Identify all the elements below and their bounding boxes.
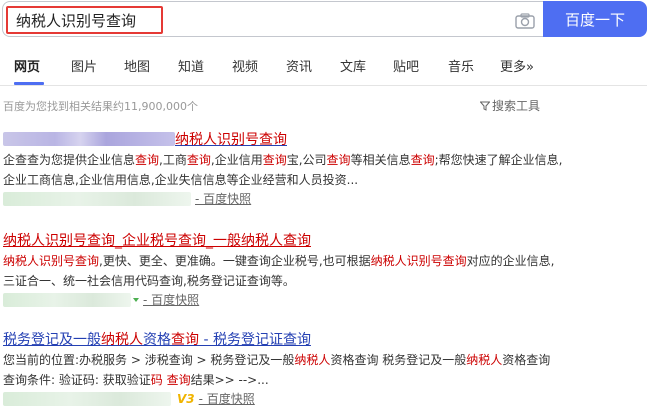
active-tab-indicator (14, 82, 44, 85)
search-button[interactable]: 百度一下 (543, 1, 647, 37)
abstract-text: ,工商 (159, 153, 187, 167)
abstract-highlight: 查询 (410, 153, 435, 167)
search-result: 税务登记及一般纳税人资格查询 - 税务登记证查询 您当前的位置:办税服务 > 涉… (3, 330, 563, 408)
filter-icon (480, 101, 490, 111)
result-title[interactable]: 纳税人识别号查询_企业税号查询_一般纳税人查询 (3, 231, 563, 251)
abstract-highlight: 查询 (166, 373, 191, 387)
abstract-highlight: 码 (150, 373, 163, 387)
redacted-url (3, 293, 131, 307)
title-text: - 税务登记证查询 (199, 332, 311, 348)
search-bar: 纳税人识别号查询 百度一下 (0, 0, 647, 40)
search-result: 纳税人识别号查询_企业税号查询_一般纳税人查询 纳税人识别号查询,更快、更全、更… (3, 231, 563, 309)
redacted-url (3, 392, 171, 406)
tab-wenku[interactable]: 文库 (340, 56, 366, 75)
abstract-highlight: 查询 (135, 153, 160, 167)
result-title[interactable]: 税务登记及一般纳税人资格查询 - 税务登记证查询 (3, 330, 563, 350)
tab-music[interactable]: 音乐 (448, 56, 474, 75)
tab-tieba[interactable]: 贴吧 (393, 56, 419, 75)
abstract-text: 企查查为您提供企业信息 (3, 153, 136, 167)
redacted-url (3, 192, 191, 206)
title-highlight: 纳税人 (101, 332, 143, 348)
tab-map[interactable]: 地图 (124, 56, 150, 75)
tab-news[interactable]: 资讯 (286, 56, 312, 75)
search-tools-label: 搜索工具 (492, 99, 541, 113)
title-text: 资格 (143, 332, 171, 348)
result-abstract: 您当前的位置:办税服务 > 涉税查询 > 税务登记及一般纳税人资格查询 税务登记… (3, 350, 563, 390)
result-source: - 百度快照 (3, 190, 563, 208)
redacted-title (3, 132, 175, 146)
abstract-highlight: 纳税人识别号查询 (3, 254, 100, 268)
abstract-highlight: 纳税人 (294, 353, 331, 367)
tab-web[interactable]: 网页 (14, 56, 40, 75)
title-text: 税务登记及一般 (3, 332, 101, 348)
tab-more[interactable]: 更多» (500, 56, 534, 75)
abstract-text: 等相关信息 (350, 153, 411, 167)
verified-badge-icon[interactable]: V3 (177, 390, 195, 408)
tab-video[interactable]: 视频 (232, 56, 258, 75)
dropdown-arrow-icon[interactable] (133, 298, 139, 302)
result-title-text[interactable]: 纳税人识别号查询 (175, 132, 287, 148)
search-result: 纳税人识别号查询 企查查为您提供企业信息查询,工商查询,企业信用查询宝,公司查询… (3, 130, 563, 208)
result-abstract: 企查查为您提供企业信息查询,工商查询,企业信用查询宝,公司查询等相关信息查询;帮… (3, 150, 563, 190)
abstract-text: 宝,公司 (286, 153, 327, 167)
abstract-text: 结果>> -->... (190, 373, 269, 387)
abstract-text: 您当前的位置:办税服务 > 涉税查询 > 税务登记及一般 (3, 353, 295, 367)
abstract-highlight: 查询 (326, 153, 351, 167)
result-title[interactable]: 纳税人识别号查询 (3, 130, 563, 150)
snapshot-link[interactable]: - 百度快照 (199, 390, 255, 408)
camera-icon[interactable] (515, 13, 535, 29)
tab-images[interactable]: 图片 (71, 56, 97, 75)
tab-zhidao[interactable]: 知道 (178, 56, 204, 75)
abstract-highlight: 查询 (186, 153, 211, 167)
abstract-text: 资格查询 税务登记及一般 (330, 353, 467, 367)
result-source: V3 - 百度快照 (3, 390, 563, 408)
search-tabs: 网页 图片 地图 知道 视频 资讯 文库 贴吧 音乐 更多» (0, 52, 647, 86)
title-highlight: 查询 (171, 332, 199, 348)
query-highlight-box (6, 6, 163, 34)
result-abstract: 纳税人识别号查询,更快、更全、更准确。一键查询企业税号,也可根据纳税人识别号查询… (3, 251, 563, 291)
abstract-text: ,更快、更全、更准确。一键查询企业税号,也可根据 (99, 254, 371, 268)
snapshot-link[interactable]: - 百度快照 (143, 291, 199, 309)
abstract-highlight: 查询 (262, 153, 287, 167)
abstract-highlight: 纳税人识别号查询 (370, 254, 467, 268)
abstract-text: ,企业信用 (210, 153, 263, 167)
abstract-highlight: 纳税人 (466, 353, 503, 367)
result-title-text[interactable]: 纳税人识别号查询_企业税号查询_一般纳税人查询 (3, 233, 311, 249)
search-tools[interactable]: 搜索工具 (480, 97, 540, 114)
result-source: - 百度快照 (3, 291, 563, 309)
result-count: 百度为您找到相关结果约11,900,000个 (3, 100, 198, 113)
snapshot-link[interactable]: - 百度快照 (195, 190, 251, 208)
